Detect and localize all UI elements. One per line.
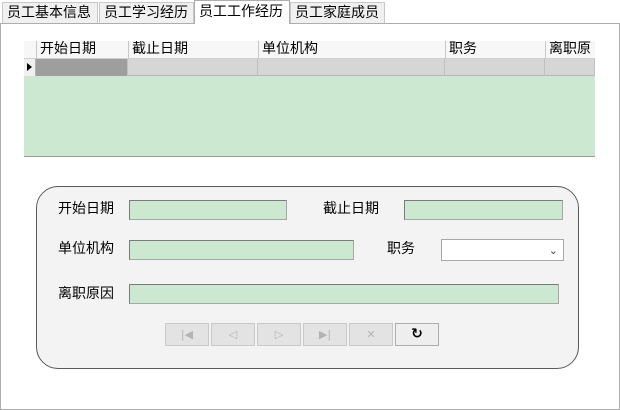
grid-cell[interactable] bbox=[258, 59, 445, 76]
chevron-down-icon[interactable]: ⌄ bbox=[549, 244, 558, 257]
tab-strip: 员工基本信息 员工学习经历 员工工作经历 员工家庭成员 bbox=[0, 0, 620, 24]
position-dropdown[interactable]: ⌄ bbox=[441, 239, 564, 261]
cancel-icon: ✕ bbox=[366, 328, 376, 341]
refresh-icon: ↻ bbox=[411, 326, 423, 342]
grid-cell[interactable] bbox=[128, 59, 258, 76]
last-record-button[interactable]: ▶| bbox=[303, 323, 347, 346]
refresh-button[interactable]: ↻ bbox=[395, 323, 439, 346]
row-indicator bbox=[24, 59, 36, 76]
column-header-position[interactable]: 职务 bbox=[445, 41, 545, 59]
grid-cell[interactable] bbox=[545, 59, 595, 76]
end-date-label: 截止日期 bbox=[323, 201, 379, 217]
edit-form-panel: 开始日期 截止日期 单位机构 职务 ⌄ 离职原因 |◀ ◁ ▷ ▶| ✕ ↻ bbox=[36, 186, 579, 369]
cancel-button[interactable]: ✕ bbox=[349, 323, 393, 346]
grid-header: 开始日期 截止日期 单位机构 职务 离职原 bbox=[24, 41, 595, 59]
tab-employee-family[interactable]: 员工家庭成员 bbox=[290, 2, 385, 23]
start-date-label: 开始日期 bbox=[58, 201, 114, 217]
current-row-arrow-icon bbox=[27, 63, 32, 71]
end-date-field[interactable] bbox=[404, 200, 563, 220]
tab-employee-work-history[interactable]: 员工工作经历 bbox=[194, 0, 290, 24]
table-row[interactable] bbox=[24, 59, 595, 76]
next-record-button[interactable]: ▷ bbox=[257, 323, 301, 346]
grid-cell[interactable] bbox=[445, 59, 545, 76]
work-history-grid[interactable]: 开始日期 截止日期 单位机构 职务 离职原 bbox=[24, 41, 595, 157]
last-record-icon: ▶| bbox=[318, 328, 332, 341]
column-header-start-date[interactable]: 开始日期 bbox=[36, 41, 128, 59]
position-label: 职务 bbox=[387, 241, 415, 257]
next-record-icon: ▷ bbox=[274, 328, 284, 341]
column-header-leave-reason[interactable]: 离职原 bbox=[545, 41, 595, 59]
tab-employee-education[interactable]: 员工学习经历 bbox=[99, 2, 194, 23]
tab-label: 员工家庭成员 bbox=[295, 5, 379, 21]
organization-label: 单位机构 bbox=[58, 241, 114, 257]
tab-employee-basic-info[interactable]: 员工基本信息 bbox=[2, 2, 98, 23]
column-header-organization[interactable]: 单位机构 bbox=[258, 41, 445, 59]
first-record-icon: |◀ bbox=[180, 328, 194, 341]
start-date-field[interactable] bbox=[129, 200, 287, 220]
grid-cell[interactable] bbox=[36, 59, 128, 76]
leave-reason-label: 离职原因 bbox=[58, 286, 114, 302]
leave-reason-field[interactable] bbox=[129, 284, 559, 304]
prior-record-icon: ◁ bbox=[228, 328, 238, 341]
tab-label: 员工学习经历 bbox=[104, 5, 188, 21]
first-record-button[interactable]: |◀ bbox=[165, 323, 209, 346]
tab-label: 员工基本信息 bbox=[7, 5, 91, 21]
column-header-end-date[interactable]: 截止日期 bbox=[128, 41, 258, 59]
organization-field[interactable] bbox=[129, 240, 354, 260]
tab-label: 员工工作经历 bbox=[199, 4, 283, 20]
prior-record-button[interactable]: ◁ bbox=[211, 323, 255, 346]
